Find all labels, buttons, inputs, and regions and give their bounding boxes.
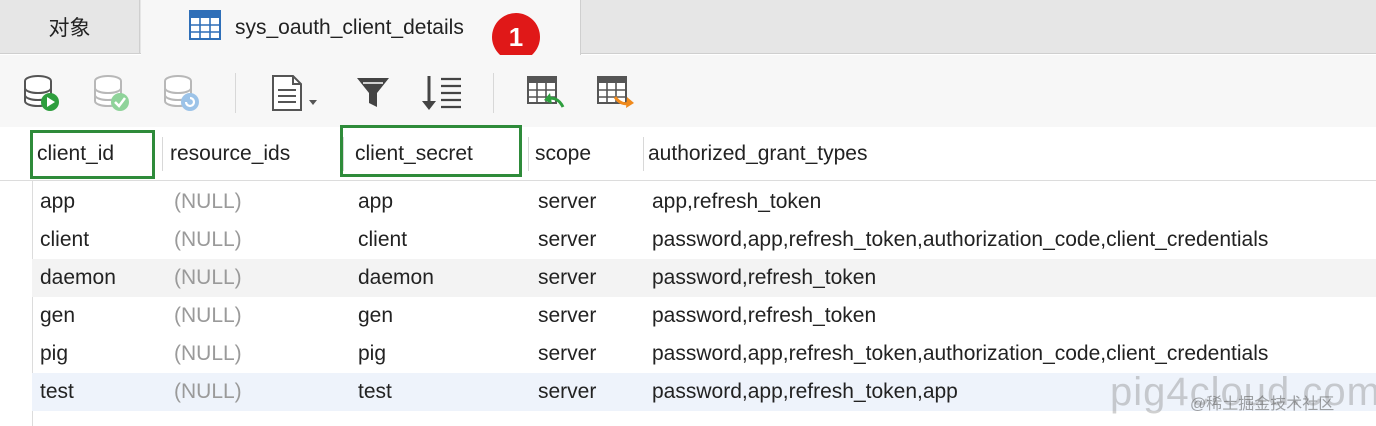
annotation-badge: 1 bbox=[492, 13, 540, 61]
toolbar bbox=[0, 55, 1376, 127]
cell-client-secret[interactable]: gen bbox=[358, 297, 393, 335]
tab-objects[interactable]: 对象 bbox=[0, 0, 140, 54]
column-header-resource-ids[interactable]: resource_ids bbox=[170, 127, 290, 181]
cell-client-id[interactable]: pig bbox=[40, 335, 68, 373]
table-row[interactable]: daemon (NULL) daemon server password,ref… bbox=[32, 259, 1376, 297]
cell-authorized-grant-types[interactable]: app,refresh_token bbox=[652, 183, 821, 221]
apply-changes-icon[interactable] bbox=[90, 73, 132, 113]
discard-changes-icon[interactable] bbox=[160, 73, 202, 113]
cell-scope[interactable]: server bbox=[538, 297, 596, 335]
text-view-icon[interactable] bbox=[268, 73, 324, 113]
cell-resource-ids[interactable]: (NULL) bbox=[174, 335, 242, 373]
toolbar-separator bbox=[235, 73, 236, 113]
tab-bar: 对象 sys_oauth_client_details 1 bbox=[0, 0, 1376, 61]
column-resize-handle[interactable] bbox=[528, 137, 529, 171]
cell-client-id[interactable]: app bbox=[40, 183, 75, 221]
watermark-subtext: @稀土掘金技术社区 bbox=[1190, 396, 1335, 413]
table-row[interactable]: app (NULL) app server app,refresh_token bbox=[32, 183, 1376, 221]
grid-header: client_id resource_ids client_secret sco… bbox=[0, 127, 1376, 181]
cell-client-secret[interactable]: test bbox=[358, 373, 392, 411]
cell-resource-ids[interactable]: (NULL) bbox=[174, 259, 242, 297]
cell-resource-ids[interactable]: (NULL) bbox=[174, 183, 242, 221]
cell-resource-ids[interactable]: (NULL) bbox=[174, 221, 242, 259]
cell-client-secret[interactable]: client bbox=[358, 221, 407, 259]
export-icon[interactable] bbox=[594, 73, 636, 113]
cell-client-secret[interactable]: app bbox=[358, 183, 393, 221]
highlight-box-client-id bbox=[30, 130, 155, 179]
cell-client-secret[interactable]: daemon bbox=[358, 259, 434, 297]
cell-scope[interactable]: server bbox=[538, 221, 596, 259]
cell-authorized-grant-types[interactable]: password,app,refresh_token,authorization… bbox=[652, 221, 1268, 259]
table-row[interactable]: client (NULL) client server password,app… bbox=[32, 221, 1376, 259]
column-header-authorized-grant-types[interactable]: authorized_grant_types bbox=[648, 127, 868, 181]
cell-client-id[interactable]: test bbox=[40, 373, 74, 411]
import-icon[interactable] bbox=[524, 73, 566, 113]
column-header-scope[interactable]: scope bbox=[535, 127, 591, 181]
sort-icon[interactable] bbox=[418, 73, 464, 113]
cell-authorized-grant-types[interactable]: password,app,refresh_token,app bbox=[652, 373, 958, 411]
cell-scope[interactable]: server bbox=[538, 335, 596, 373]
cell-scope[interactable]: server bbox=[538, 373, 596, 411]
cell-client-secret[interactable]: pig bbox=[358, 335, 386, 373]
cell-authorized-grant-types[interactable]: password,refresh_token bbox=[652, 259, 876, 297]
table-row[interactable]: pig (NULL) pig server password,app,refre… bbox=[32, 335, 1376, 373]
highlight-box-client-secret bbox=[340, 125, 522, 177]
cell-resource-ids[interactable]: (NULL) bbox=[174, 297, 242, 335]
cell-resource-ids[interactable]: (NULL) bbox=[174, 373, 242, 411]
cell-client-id[interactable]: daemon bbox=[40, 259, 116, 297]
cell-scope[interactable]: server bbox=[538, 183, 596, 221]
table-row[interactable]: gen (NULL) gen server password,refresh_t… bbox=[32, 297, 1376, 335]
cell-scope[interactable]: server bbox=[538, 259, 596, 297]
cell-authorized-grant-types[interactable]: password,refresh_token bbox=[652, 297, 876, 335]
cell-authorized-grant-types[interactable]: password,app,refresh_token,authorization… bbox=[652, 335, 1268, 373]
add-record-icon[interactable] bbox=[20, 73, 62, 113]
cell-client-id[interactable]: gen bbox=[40, 297, 75, 335]
table-icon bbox=[189, 9, 221, 46]
column-resize-handle[interactable] bbox=[643, 137, 644, 171]
column-resize-handle[interactable] bbox=[162, 137, 163, 171]
cell-client-id[interactable]: client bbox=[40, 221, 89, 259]
tab-active-label: sys_oauth_client_details bbox=[235, 15, 464, 39]
tab-objects-label: 对象 bbox=[48, 17, 91, 40]
filter-icon[interactable] bbox=[352, 73, 394, 113]
toolbar-separator bbox=[493, 73, 494, 113]
